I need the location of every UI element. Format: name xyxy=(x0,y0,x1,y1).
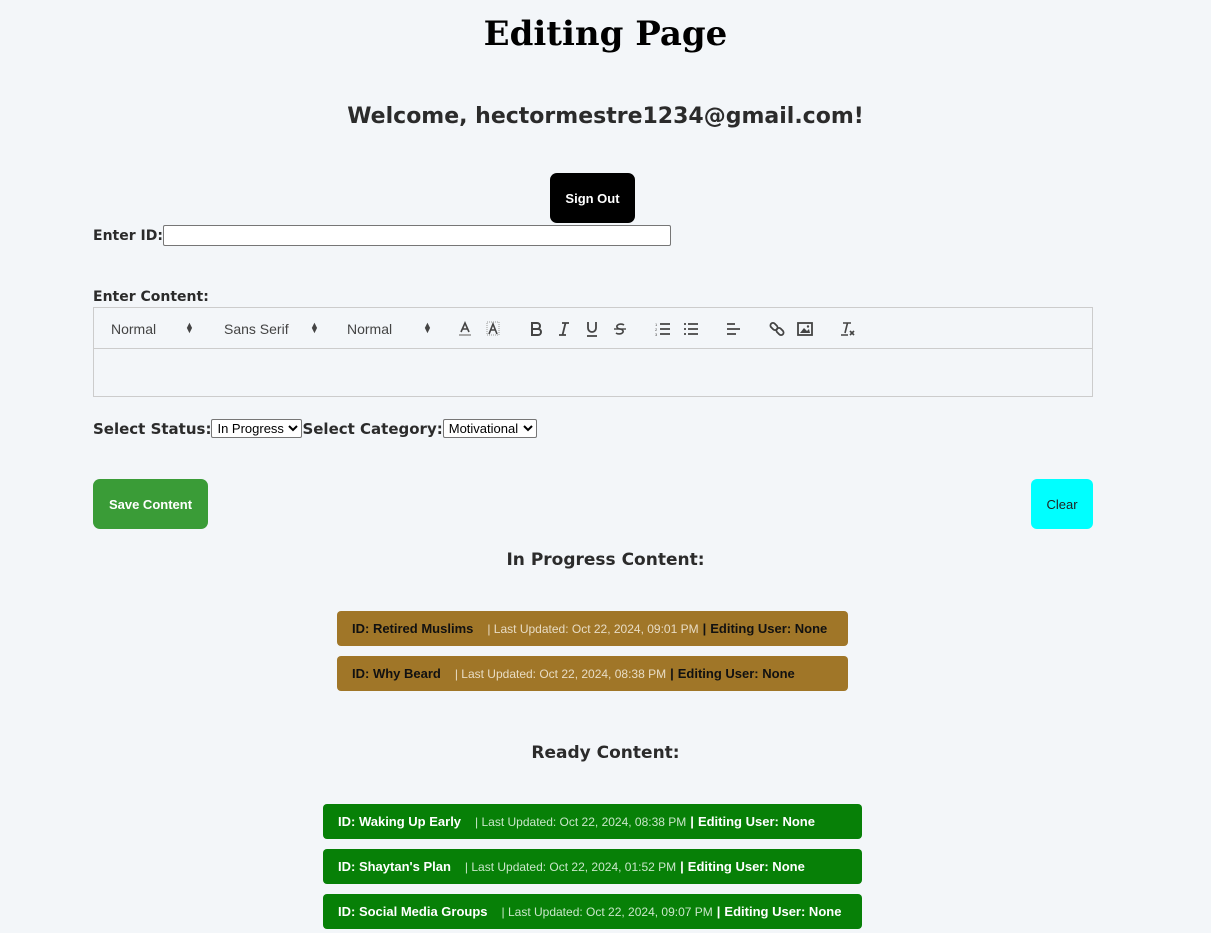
id-field-row: Enter ID: xyxy=(93,225,671,246)
content-id: ID: Why Beard xyxy=(352,666,441,681)
header-picker-label: Normal xyxy=(111,320,157,337)
background-color-button[interactable] xyxy=(484,308,502,349)
id-label: Enter ID: xyxy=(93,227,163,244)
category-select[interactable]: Motivational xyxy=(442,419,537,438)
in-progress-item[interactable]: ID: Why Beard | Last Updated: Oct 22, 20… xyxy=(337,656,848,691)
text-color-button[interactable] xyxy=(456,308,474,349)
ordered-list-icon: 123 xyxy=(654,320,672,338)
italic-icon xyxy=(555,320,573,338)
editing-user: Editing User: None xyxy=(724,904,842,919)
status-category-row: Select Status: In Progress Select Catego… xyxy=(93,419,537,438)
last-updated: | Last Updated: Oct 22, 2024, 01:52 PM xyxy=(464,859,677,874)
ready-section-title: Ready Content: xyxy=(531,743,680,763)
status-label: Select Status: xyxy=(93,419,212,438)
rich-text-editor: Normal ▲ ▼ Sans Serif ▲ ▼ Normal ▲ ▼ 1 2… xyxy=(93,307,1093,397)
link-button[interactable] xyxy=(768,308,786,349)
content-id: ID: Waking Up Early xyxy=(338,814,462,829)
bold-button[interactable] xyxy=(527,308,545,349)
image-icon xyxy=(796,320,814,338)
editing-user: Editing User: None xyxy=(710,621,828,636)
clean-format-button[interactable] xyxy=(839,308,857,349)
separator: | xyxy=(716,904,721,919)
text-color-icon xyxy=(456,320,474,338)
svg-text:3: 3 xyxy=(655,332,658,336)
clear-button[interactable]: Clear xyxy=(1031,479,1093,529)
bullet-list-icon xyxy=(682,320,700,338)
clear-formatting-icon xyxy=(839,320,857,338)
content-editor-area[interactable] xyxy=(94,349,1092,396)
image-button[interactable] xyxy=(796,308,814,349)
content-id: ID: Retired Muslims xyxy=(352,621,474,636)
strikethrough-icon xyxy=(611,320,629,338)
page-title: Editing Page xyxy=(483,14,728,54)
separator: | xyxy=(670,666,674,681)
bold-icon xyxy=(527,320,545,338)
underline-icon xyxy=(583,320,601,338)
size-picker-label: Normal xyxy=(347,320,393,337)
separator: | xyxy=(680,859,684,874)
editing-user: Editing User: None xyxy=(687,859,805,874)
separator: | xyxy=(702,621,707,636)
last-updated: | Last Updated: Oct 22, 2024, 08:38 PM xyxy=(475,814,687,829)
underline-button[interactable] xyxy=(583,308,601,349)
chevron-updown-icon: ▲ ▼ xyxy=(423,320,432,335)
status-select[interactable]: In Progress xyxy=(211,419,303,438)
category-label: Select Category: xyxy=(302,419,443,438)
strike-button[interactable] xyxy=(611,308,629,349)
font-picker[interactable]: Sans Serif ▲ ▼ xyxy=(224,308,320,349)
editing-user: Editing User: None xyxy=(677,666,795,681)
content-label: Enter Content: xyxy=(93,289,209,305)
chevron-updown-icon: ▲ ▼ xyxy=(185,320,194,335)
background-color-icon xyxy=(484,320,502,338)
bullet-list-button[interactable] xyxy=(682,308,700,349)
editor-toolbar: Normal ▲ ▼ Sans Serif ▲ ▼ Normal ▲ ▼ 1 2… xyxy=(94,308,1092,349)
save-content-button[interactable]: Save Content xyxy=(93,479,208,529)
content-id: ID: Social Media Groups xyxy=(338,904,488,919)
last-updated: | Last Updated: Oct 22, 2024, 08:38 PM xyxy=(454,666,667,681)
last-updated: | Last Updated: Oct 22, 2024, 09:01 PM xyxy=(487,621,699,636)
align-button[interactable] xyxy=(725,308,743,349)
chevron-updown-icon: ▲ ▼ xyxy=(310,320,319,335)
editing-user: Editing User: None xyxy=(697,814,815,829)
sign-out-button[interactable]: Sign Out xyxy=(550,173,635,223)
align-left-icon xyxy=(725,320,743,338)
welcome-message: Welcome, hectormestre1234@gmail.com! xyxy=(347,104,864,129)
italic-button[interactable] xyxy=(555,308,573,349)
ready-item[interactable]: ID: Shaytan's Plan | Last Updated: Oct 2… xyxy=(323,849,862,884)
link-icon xyxy=(768,320,786,338)
size-picker[interactable]: Normal ▲ ▼ xyxy=(347,308,433,349)
ready-item[interactable]: ID: Social Media Groups | Last Updated: … xyxy=(323,894,862,929)
ready-item[interactable]: ID: Waking Up Early | Last Updated: Oct … xyxy=(323,804,862,839)
content-id: ID: Shaytan's Plan xyxy=(338,859,451,874)
in-progress-section-title: In Progress Content: xyxy=(506,550,705,570)
ordered-list-button[interactable]: 123 xyxy=(654,308,672,349)
separator: | xyxy=(690,814,694,829)
font-picker-label: Sans Serif xyxy=(224,320,289,337)
header-picker[interactable]: Normal ▲ ▼ xyxy=(111,308,197,349)
id-input[interactable] xyxy=(162,225,671,246)
last-updated: | Last Updated: Oct 22, 2024, 09:07 PM xyxy=(501,904,713,919)
in-progress-item[interactable]: ID: Retired Muslims | Last Updated: Oct … xyxy=(337,611,848,646)
